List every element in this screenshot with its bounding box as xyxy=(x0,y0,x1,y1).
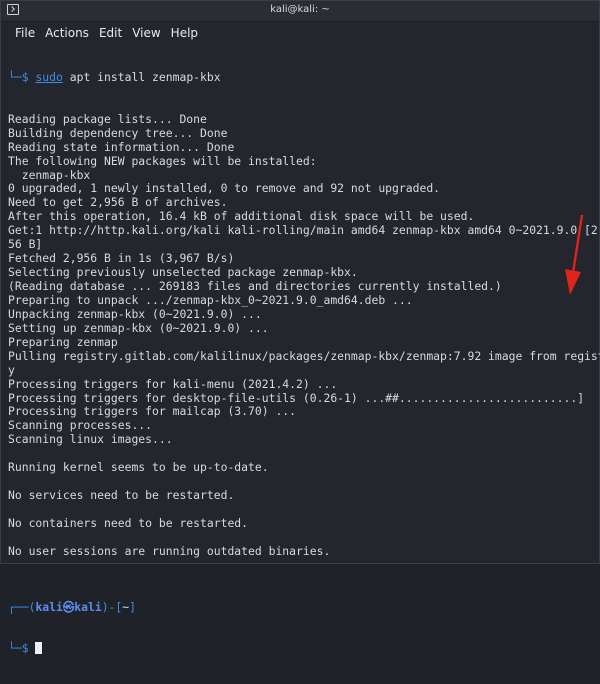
prompt-prefix: └─$ xyxy=(8,69,36,84)
output-line: Processing triggers for mailcap (3.70) .… xyxy=(8,404,297,419)
output-line: Need to get 2,956 B of archives. xyxy=(8,195,228,210)
output-line: Reading package lists... Done xyxy=(8,111,207,126)
sudo-keyword: sudo xyxy=(35,69,63,84)
arrow-shaft xyxy=(571,214,584,274)
title-bar: kali@kali: ~ xyxy=(1,1,599,22)
output-line: 0 upgraded, 1 newly installed, 0 to remo… xyxy=(8,181,441,196)
prompt-dir: ~ xyxy=(122,599,130,614)
output-line: y xyxy=(8,362,15,377)
menu-edit[interactable]: Edit xyxy=(95,24,126,42)
output-line: Fetched 2,956 B in 1s (3,967 B/s) xyxy=(8,251,235,266)
output-line: zenmap-kbx xyxy=(8,167,91,182)
window-title: kali@kali: ~ xyxy=(270,4,330,15)
output-line: Get:1 http://http.kali.org/kali kali-rol… xyxy=(8,223,600,238)
prompt-bottom: └─$ xyxy=(8,641,36,656)
output-line: No services need to be restarted. xyxy=(8,488,235,503)
command-text: apt install zenmap-kbx xyxy=(62,69,221,84)
red-arrow-icon xyxy=(565,214,584,295)
output-line: Preparing to unpack .../zenmap-kbx_0~202… xyxy=(8,292,413,307)
output-line: No user sessions are running outdated bi… xyxy=(8,543,331,558)
output-line: Preparing zenmap xyxy=(8,334,118,349)
output-line: Pulling registry.gitlab.com/kalilinux/pa… xyxy=(8,348,600,363)
output-line: Processing triggers for desktop-file-uti… xyxy=(8,390,585,405)
output-line: No containers need to be restarted. xyxy=(8,515,249,530)
command-line: └─$ sudo apt install zenmap-kbx xyxy=(8,69,599,85)
output-line: The following NEW packages will be insta… xyxy=(8,153,317,168)
output-line: Scanning linux images... xyxy=(8,432,173,447)
output-line: Selecting previously unselected package … xyxy=(8,265,358,280)
output-line: Processing triggers for kali-menu (2021.… xyxy=(8,376,338,391)
output-line: Building dependency tree... Done xyxy=(8,125,228,140)
menu-actions[interactable]: Actions xyxy=(41,24,93,42)
menu-bar: File Actions Edit View Help xyxy=(1,22,599,44)
output-line: Scanning processes... xyxy=(8,418,153,433)
arrow-head xyxy=(565,269,581,295)
output-line: (Reading database ... 269183 files and d… xyxy=(8,279,502,293)
menu-file[interactable]: File xyxy=(11,24,39,42)
prompt-top-line: ┌──(kali㉿kali)-[~] xyxy=(8,599,599,615)
output-line: 56 B] xyxy=(8,237,43,252)
prompt-user: kali㉿kali xyxy=(35,599,102,614)
output-line: Unpacking zenmap-kbx (0~2021.9.0) ... xyxy=(8,306,262,321)
prompt-top-end: ] xyxy=(129,599,136,614)
menu-view[interactable]: View xyxy=(128,24,164,42)
menu-help[interactable]: Help xyxy=(167,24,202,42)
terminal-output[interactable]: └─$ sudo apt install zenmap-kbx Reading … xyxy=(1,43,600,655)
output-lines: Reading package lists... Done Building de… xyxy=(8,111,600,573)
output-line: Running kernel seems to be up-to-date. xyxy=(8,460,269,475)
terminal-window: kali@kali: ~ File Actions Edit View Help… xyxy=(0,0,600,655)
text-cursor xyxy=(35,642,43,655)
prompt-top-prefix: ┌──( xyxy=(8,599,36,614)
output-line: Setting up zenmap-kbx (0~2021.9.0) ... xyxy=(8,320,269,335)
prompt-top-suffix: )-[ xyxy=(101,599,123,614)
prompt-bottom-line: └─$ xyxy=(8,641,599,656)
output-line: Reading state information... Done xyxy=(8,139,235,154)
output-line: After this operation, 16.4 kB of additio… xyxy=(8,209,475,224)
